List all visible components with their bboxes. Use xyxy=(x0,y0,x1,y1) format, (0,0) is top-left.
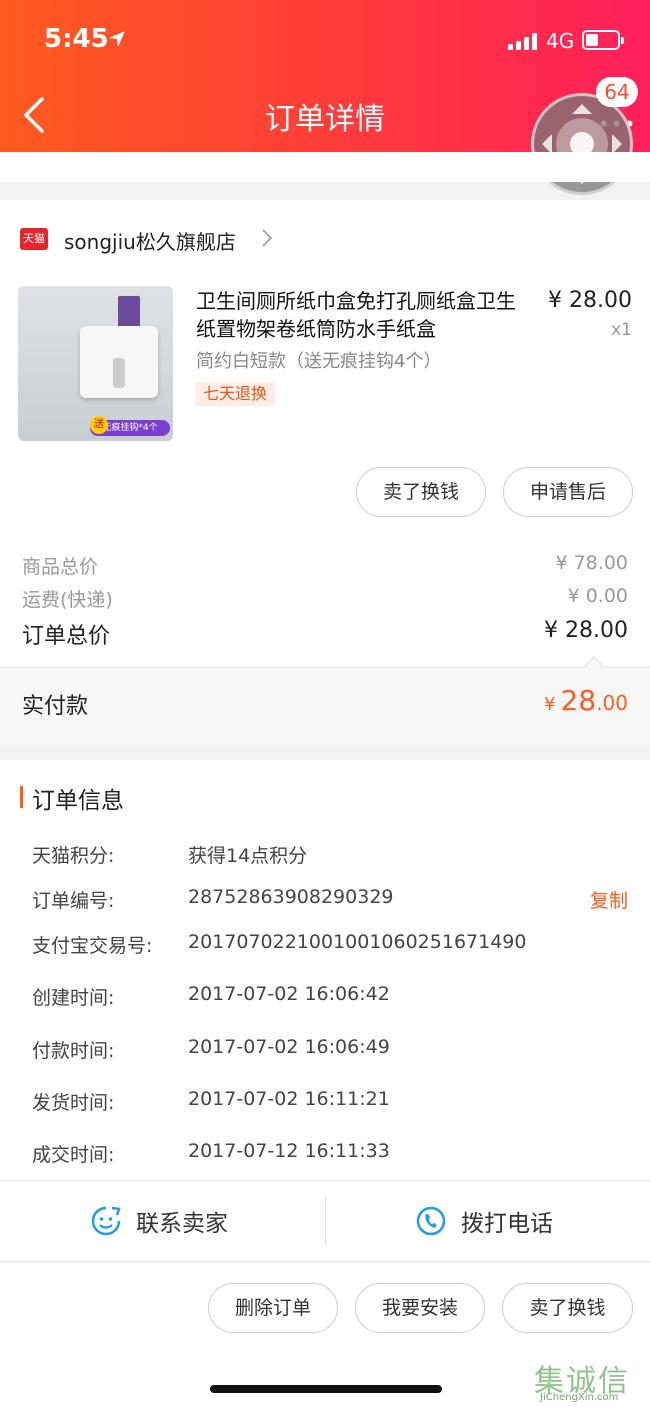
sell-button[interactable]: 卖了换钱 xyxy=(356,467,486,517)
contact-seller-button[interactable]: 联系卖家 xyxy=(90,1180,228,1262)
install-button[interactable]: 我要安装 xyxy=(355,1283,485,1333)
product-variant: 简约白短款（送无痕挂钩4个） xyxy=(196,351,442,372)
location-arrow-icon xyxy=(109,31,125,47)
copy-button[interactable]: 复制 xyxy=(590,886,628,913)
message-count-badge[interactable]: 64 xyxy=(596,77,638,107)
header-strip xyxy=(0,152,650,182)
product-quantity: x1 xyxy=(611,320,632,340)
info-label: 创建时间: xyxy=(32,987,115,1009)
info-label: 付款时间: xyxy=(32,1040,115,1062)
order-number: 28752863908290329 xyxy=(188,886,394,908)
section-marker xyxy=(20,786,23,808)
info-label: 订单编号: xyxy=(32,890,115,912)
info-value: 2017-07-02 16:06:42 xyxy=(188,983,390,1005)
order-total-value: ¥ 28.00 xyxy=(544,618,628,643)
after-sale-button[interactable]: 申请售后 xyxy=(503,467,633,517)
tmall-logo-icon: 天猫 xyxy=(20,228,48,250)
info-label: 发货时间: xyxy=(32,1092,115,1114)
info-label: 天猫积分: xyxy=(32,845,115,867)
signal-icon xyxy=(508,32,537,50)
info-value: 获得14点积分 xyxy=(188,845,308,867)
call-label: 拨打电话 xyxy=(461,1211,553,1237)
status-time: 5:45 xyxy=(44,24,109,54)
chat-face-icon xyxy=(91,1206,121,1236)
network-type: 4G xyxy=(546,29,575,53)
delete-order-button[interactable]: 删除订单 xyxy=(208,1283,338,1333)
product-title[interactable]: 卫生间厕所纸巾盒免打孔厕纸盒卫生纸置物架卷纸筒防水手纸盒 xyxy=(196,287,526,343)
info-label: 支付宝交易号: xyxy=(32,935,153,957)
watermark: 集诚信 JiChengXin.com xyxy=(534,1356,648,1406)
watermark-url: JiChengXin.com xyxy=(540,1392,619,1403)
info-value: 2017-07-02 16:06:49 xyxy=(188,1036,390,1058)
goods-total-row: 商品总价 ¥ 78.00 xyxy=(22,552,628,579)
goods-total-value: ¥ 78.00 xyxy=(555,552,628,574)
info-value: 2017-07-12 16:11:33 xyxy=(188,1140,390,1162)
contact-seller-label: 联系卖家 xyxy=(136,1211,228,1237)
order-total-label: 订单总价 xyxy=(22,624,111,649)
phone-icon xyxy=(416,1206,446,1236)
divider xyxy=(325,1197,326,1245)
return-policy-tag: 七天退换 xyxy=(195,382,276,406)
battery-icon xyxy=(582,30,624,50)
call-button[interactable]: 拨打电话 xyxy=(415,1180,553,1262)
goods-total-label: 商品总价 xyxy=(22,556,99,578)
store-name[interactable]: songjiu松久旗舰店 xyxy=(64,226,236,255)
chevron-right-icon[interactable] xyxy=(260,228,274,248)
order-total-row: 订单总价 ¥ 28.00 xyxy=(22,618,628,650)
paid-amount: ¥ 28.00 xyxy=(544,684,628,717)
info-value: 2017-07-02 16:11:21 xyxy=(188,1088,390,1110)
shipping-value: ¥ 0.00 xyxy=(567,585,628,607)
info-value: 2017070221001001060251671490 xyxy=(188,931,527,953)
product-price: ¥ 28.00 xyxy=(548,288,632,313)
shipping-row: 运费(快递) ¥ 0.00 xyxy=(22,585,628,612)
order-info-card xyxy=(0,760,650,1180)
sell-button-bottom[interactable]: 卖了换钱 xyxy=(502,1283,633,1333)
shipping-label: 运费(快递) xyxy=(22,589,113,611)
order-info-title: 订单信息 xyxy=(32,788,124,814)
image-send-tag: 送 xyxy=(90,416,108,434)
product-image[interactable]: 无痕挂钩*4个 送 xyxy=(18,286,173,441)
home-indicator[interactable] xyxy=(210,1385,442,1393)
paid-label: 实付款 xyxy=(22,694,89,719)
info-label: 成交时间: xyxy=(32,1144,115,1166)
